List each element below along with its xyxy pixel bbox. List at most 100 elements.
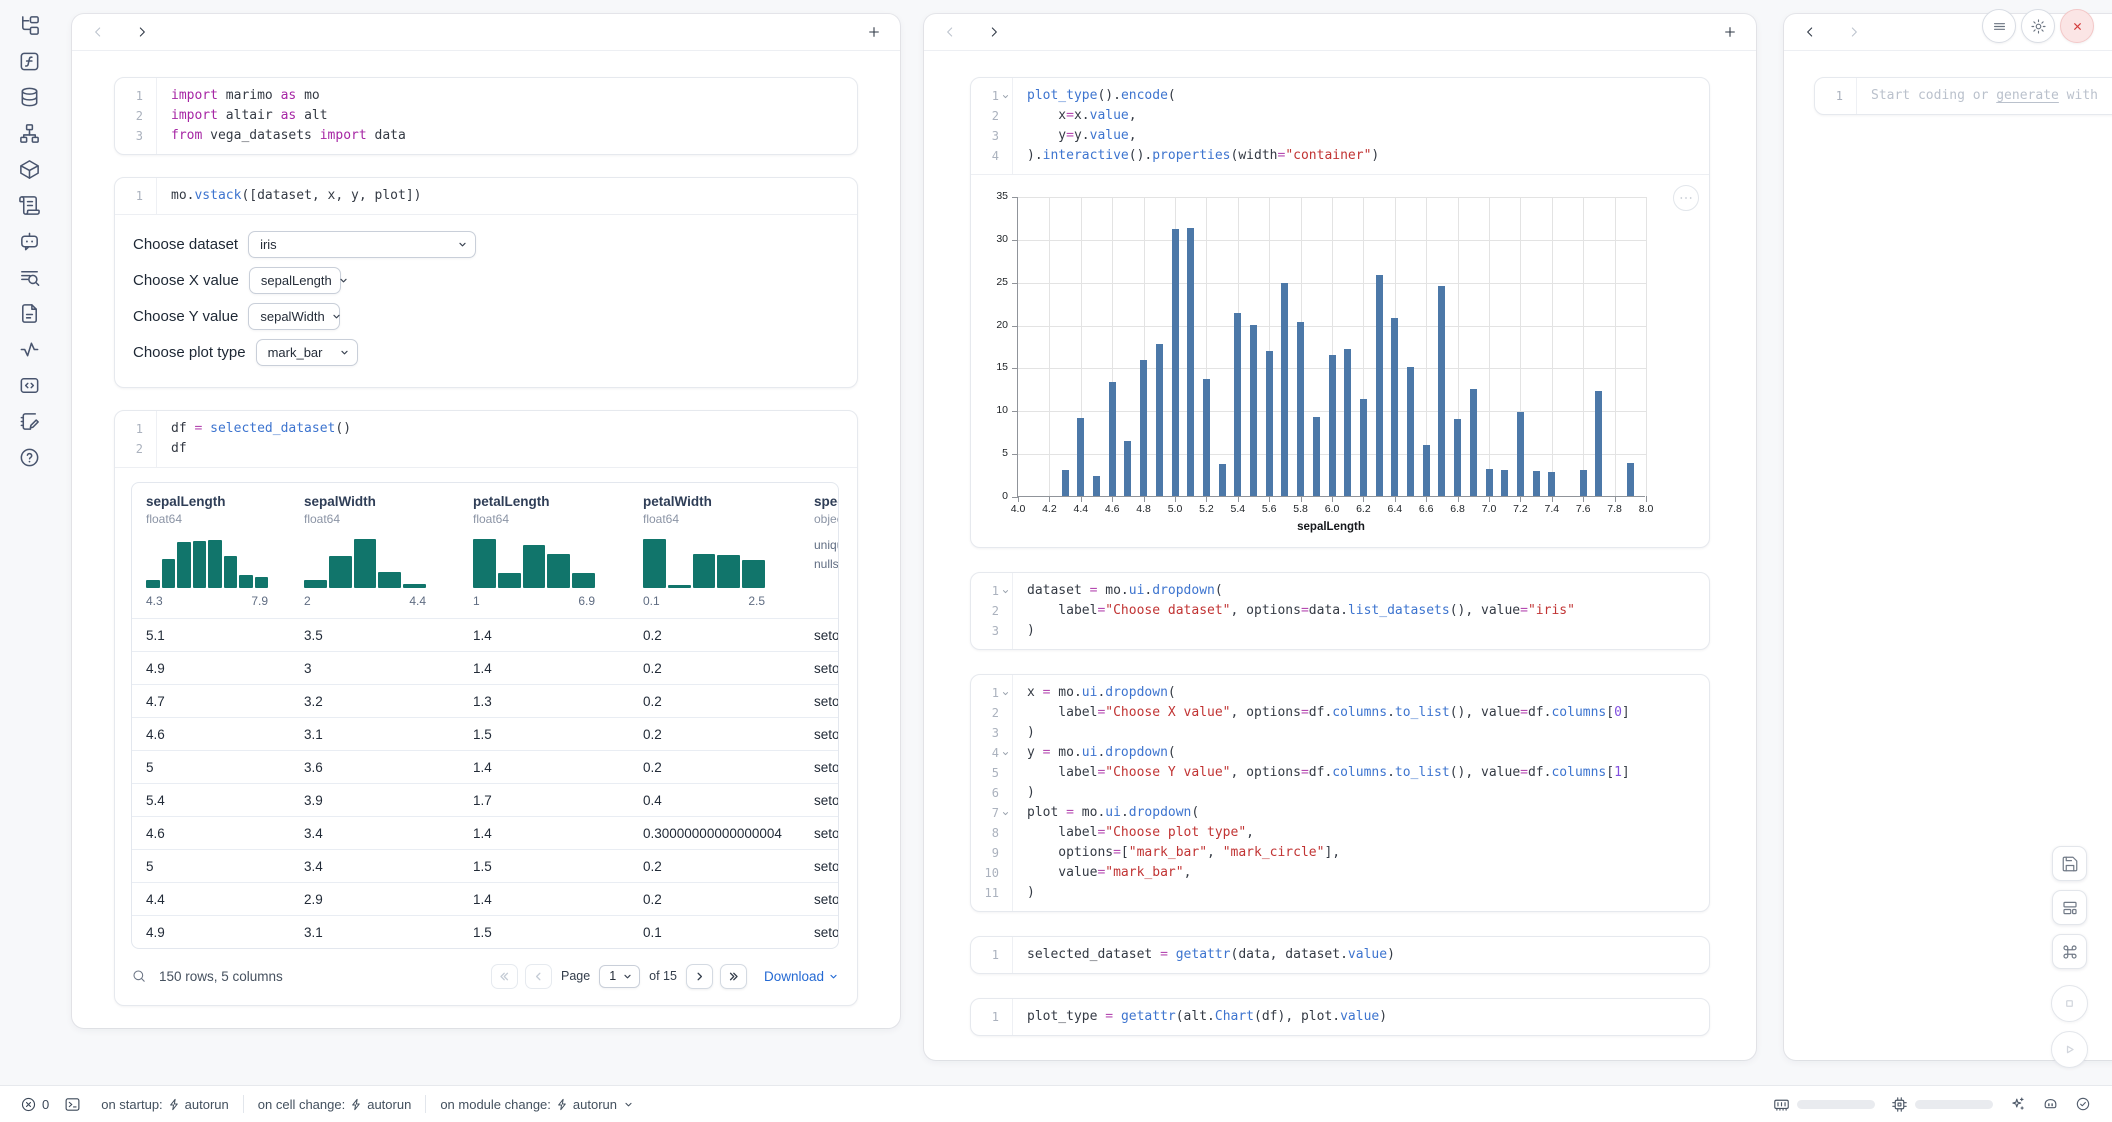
generate-with-ai-link[interactable]: generate — [1996, 88, 2059, 103]
errors-button[interactable]: 0 — [20, 1096, 49, 1113]
scroll-left-button[interactable] — [90, 24, 106, 40]
table-row[interactable]: 4.93.11.50.1setosa — [132, 915, 838, 948]
dropdown-label: Choose plot type — [133, 344, 246, 361]
table-row[interactable]: 5.13.51.40.2setosa — [132, 618, 838, 651]
chevron-down-icon — [623, 1099, 634, 1110]
column-name[interactable]: species — [814, 494, 832, 509]
floating-actions — [2051, 846, 2088, 1068]
scroll-right-button[interactable] — [1846, 24, 1862, 40]
search-icon[interactable] — [131, 968, 147, 984]
scroll-left-button[interactable] — [942, 24, 958, 40]
stop-button[interactable] — [2051, 985, 2088, 1022]
dropdown-iris[interactable]: iris — [248, 231, 476, 258]
fold-chevron-icon[interactable] — [999, 803, 1012, 823]
chart-bar — [1344, 349, 1351, 496]
prev-page-button[interactable] — [525, 964, 552, 989]
sidebar-function-button[interactable] — [18, 50, 41, 73]
fold-chevron-icon[interactable] — [999, 683, 1012, 703]
command-button[interactable] — [2052, 934, 2087, 969]
fold-chevron-icon[interactable] — [999, 86, 1012, 106]
sidebar-help-button[interactable] — [18, 446, 41, 469]
last-page-button[interactable] — [720, 964, 747, 989]
chart-bar — [1187, 228, 1194, 496]
copilot-button[interactable] — [2042, 1096, 2059, 1113]
column-dtype: float64 — [643, 512, 794, 526]
chevron-down-icon — [828, 971, 839, 982]
fold-chevron-icon[interactable] — [999, 581, 1012, 601]
layout-icon — [2061, 899, 2079, 917]
code-editor[interactable]: x = mo.ui.dropdown( label="Choose X valu… — [1013, 675, 1709, 911]
sidebar-list-search-button[interactable] — [18, 266, 41, 289]
autorun-setting[interactable]: on cell change: autorun — [258, 1097, 412, 1112]
add-cell-button[interactable] — [866, 24, 882, 40]
scroll-right-button[interactable] — [134, 24, 150, 40]
code-editor[interactable]: plot_type = getattr(alt.Chart(df), plot.… — [1013, 999, 1709, 1035]
chevron-right-icon — [693, 970, 706, 983]
code-editor[interactable]: import marimo as moimport altair as altf… — [157, 78, 857, 154]
sidebar-database-button[interactable] — [18, 86, 41, 109]
next-page-button[interactable] — [686, 964, 713, 989]
chart-bar — [1203, 379, 1210, 496]
dropdown-row: Choose X value sepalLength — [133, 267, 839, 294]
terminal-button[interactable] — [64, 1096, 81, 1113]
table-pagination: Page 1 of 15 Download — [491, 964, 839, 989]
fold-chevron-icon[interactable] — [999, 743, 1012, 763]
chart-bar — [1140, 360, 1147, 496]
play-button[interactable] — [2051, 1031, 2088, 1068]
table-row[interactable]: 53.41.50.2setosa — [132, 849, 838, 882]
code-editor[interactable]: dataset = mo.ui.dropdown( label="Choose … — [1013, 573, 1709, 649]
scroll-right-button[interactable] — [986, 24, 1002, 40]
column-name[interactable]: petalWidth — [643, 494, 794, 509]
dropdown-row: Choose plot type mark_bar — [133, 339, 839, 366]
chart-menu-button[interactable] — [1673, 185, 1699, 211]
table-row[interactable]: 4.73.21.30.2setosa — [132, 684, 838, 717]
sidebar-chat-bot-button[interactable] — [18, 230, 41, 253]
table-row[interactable]: 4.63.11.50.2setosa — [132, 717, 838, 750]
chart-bar — [1313, 417, 1320, 496]
connection-status-button[interactable] — [2075, 1096, 2092, 1113]
table-column-header: petalWidth float64 0.12.5 — [629, 494, 800, 618]
code-editor[interactable]: mo.vstack([dataset, x, y, plot]) — [157, 178, 857, 214]
table-row[interactable]: 4.931.40.2setosa — [132, 651, 838, 684]
code-editor[interactable]: plot_type().encode( x=x.value, y=y.value… — [1013, 78, 1709, 174]
column-name[interactable]: sepalWidth — [304, 494, 453, 509]
dropdown-sepalLength[interactable]: sepalLength — [249, 267, 341, 294]
sidebar-sitemap-button[interactable] — [18, 122, 41, 145]
code-editor[interactable]: selected_dataset = getattr(data, dataset… — [1013, 937, 1709, 973]
menu-button[interactable] — [1982, 9, 2016, 43]
save-button[interactable] — [2052, 846, 2087, 881]
table-row[interactable]: 53.61.40.2setosa — [132, 750, 838, 783]
chart-bar — [1360, 399, 1367, 496]
sidebar-snippets-button[interactable] — [18, 374, 41, 397]
dropdown-mark_bar[interactable]: mark_bar — [256, 339, 358, 366]
download-button[interactable]: Download — [764, 969, 839, 984]
code-editor[interactable]: df = selected_dataset()df — [157, 411, 857, 467]
scroll-left-button[interactable] — [1802, 24, 1818, 40]
settings-button[interactable] — [2021, 9, 2055, 43]
table-row[interactable]: 5.43.91.70.4setosa — [132, 783, 838, 816]
hist-max: 7.9 — [251, 594, 268, 608]
table-row[interactable]: 4.63.41.40.30000000000000004setosa — [132, 816, 838, 849]
sidebar-file-tree-button[interactable] — [18, 14, 41, 37]
code-editor-placeholder[interactable]: Start coding or generate with — [1857, 78, 2112, 114]
dropdown-sepalWidth[interactable]: sepalWidth — [248, 303, 340, 330]
column-name[interactable]: petalLength — [473, 494, 623, 509]
sidebar-scratchpad-button[interactable] — [18, 410, 41, 433]
sidebar-document-button[interactable] — [18, 302, 41, 325]
cpu-bar — [1915, 1100, 1993, 1109]
page-select[interactable]: 1 — [599, 965, 640, 988]
close-button[interactable] — [2060, 9, 2094, 43]
autorun-setting[interactable]: on startup: autorun — [101, 1097, 229, 1112]
sidebar-package-button[interactable] — [18, 158, 41, 181]
add-cell-button[interactable] — [1722, 24, 1738, 40]
table-row[interactable]: 4.42.91.40.2setosa — [132, 882, 838, 915]
ai-assistant-button[interactable] — [2009, 1096, 2026, 1113]
first-page-button[interactable] — [491, 964, 518, 989]
fold-slot — [143, 439, 156, 459]
chart-bar — [1470, 389, 1477, 496]
layout-button[interactable] — [2052, 890, 2087, 925]
column-name[interactable]: sepalLength — [146, 494, 284, 509]
autorun-setting[interactable]: on module change: autorun — [440, 1097, 634, 1112]
sidebar-activity-button[interactable] — [18, 338, 41, 361]
sidebar-script-button[interactable] — [18, 194, 41, 217]
